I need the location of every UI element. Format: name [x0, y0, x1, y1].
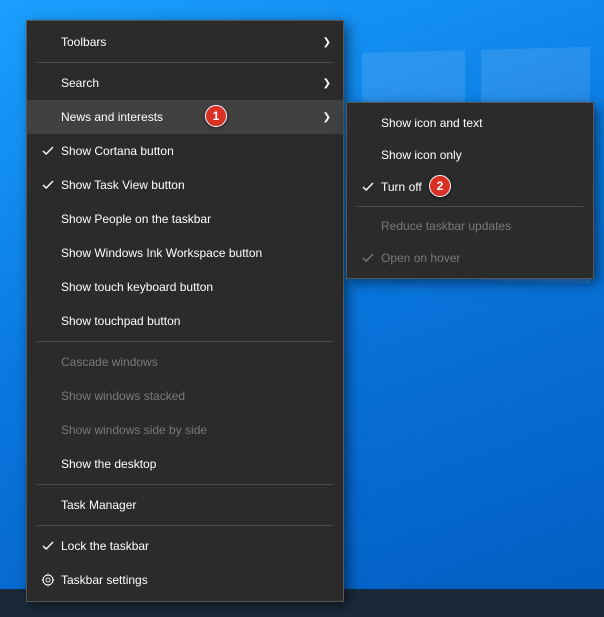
separator — [37, 525, 333, 526]
gear-icon — [35, 573, 61, 587]
submenu-item-icon-only[interactable]: Show icon only — [347, 139, 593, 171]
check-icon — [35, 145, 61, 157]
separator — [37, 62, 333, 63]
chevron-right-icon: ❯ — [317, 112, 331, 123]
chevron-right-icon: ❯ — [317, 78, 331, 89]
menu-label: Search — [61, 76, 317, 90]
check-icon — [35, 540, 61, 552]
chevron-right-icon: ❯ — [317, 37, 331, 48]
menu-item-show-cortana[interactable]: Show Cortana button — [27, 134, 343, 168]
menu-label: Show Task View button — [61, 178, 331, 192]
annotation-badge-2: 2 — [429, 175, 451, 197]
menu-item-show-touchpad[interactable]: Show touchpad button — [27, 304, 343, 338]
check-icon — [355, 252, 381, 264]
menu-label: Show touchpad button — [61, 314, 331, 328]
menu-label: Show icon and text — [381, 116, 581, 130]
menu-label: Show People on the taskbar — [61, 212, 331, 226]
separator — [37, 341, 333, 342]
annotation-badge-1: 1 — [205, 105, 227, 127]
menu-item-stacked: Show windows stacked — [27, 379, 343, 413]
menu-item-show-ink[interactable]: Show Windows Ink Workspace button — [27, 236, 343, 270]
menu-item-show-desktop[interactable]: Show the desktop — [27, 447, 343, 481]
separator — [357, 206, 583, 207]
menu-label: News and interests — [61, 110, 317, 124]
menu-item-lock-taskbar[interactable]: Lock the taskbar — [27, 529, 343, 563]
news-and-interests-submenu: Show icon and text Show icon only Turn o… — [346, 102, 594, 279]
submenu-item-turn-off[interactable]: Turn off 2 — [347, 171, 593, 203]
menu-label: Show Cortana button — [61, 144, 331, 158]
menu-item-news-and-interests[interactable]: News and interests 1 ❯ — [27, 100, 343, 134]
menu-label: Cascade windows — [61, 355, 331, 369]
menu-item-sidebyside: Show windows side by side — [27, 413, 343, 447]
taskbar-context-menu: Toolbars ❯ Search ❯ News and interests 1… — [26, 20, 344, 602]
submenu-item-open-on-hover: Open on hover — [347, 242, 593, 274]
menu-item-show-people[interactable]: Show People on the taskbar — [27, 202, 343, 236]
menu-label: Taskbar settings — [61, 573, 331, 587]
menu-item-search[interactable]: Search ❯ — [27, 66, 343, 100]
menu-label: Turn off — [381, 180, 581, 194]
menu-label: Show icon only — [381, 148, 581, 162]
menu-item-taskbar-settings[interactable]: Taskbar settings — [27, 563, 343, 597]
check-icon — [35, 179, 61, 191]
menu-item-show-taskview[interactable]: Show Task View button — [27, 168, 343, 202]
check-icon — [355, 181, 381, 193]
menu-item-show-touch-keyboard[interactable]: Show touch keyboard button — [27, 270, 343, 304]
menu-label: Show Windows Ink Workspace button — [61, 246, 331, 260]
menu-label: Toolbars — [61, 35, 317, 49]
separator — [37, 484, 333, 485]
menu-item-task-manager[interactable]: Task Manager — [27, 488, 343, 522]
menu-label: Show touch keyboard button — [61, 280, 331, 294]
submenu-item-icon-text[interactable]: Show icon and text — [347, 107, 593, 139]
menu-item-toolbars[interactable]: Toolbars ❯ — [27, 25, 343, 59]
menu-label: Show the desktop — [61, 457, 331, 471]
menu-label: Show windows side by side — [61, 423, 331, 437]
menu-label: Task Manager — [61, 498, 331, 512]
menu-label: Show windows stacked — [61, 389, 331, 403]
menu-item-cascade: Cascade windows — [27, 345, 343, 379]
submenu-item-reduce-updates: Reduce taskbar updates — [347, 210, 593, 242]
menu-label: Open on hover — [381, 251, 581, 265]
menu-label: Lock the taskbar — [61, 539, 331, 553]
menu-label: Reduce taskbar updates — [381, 219, 581, 233]
